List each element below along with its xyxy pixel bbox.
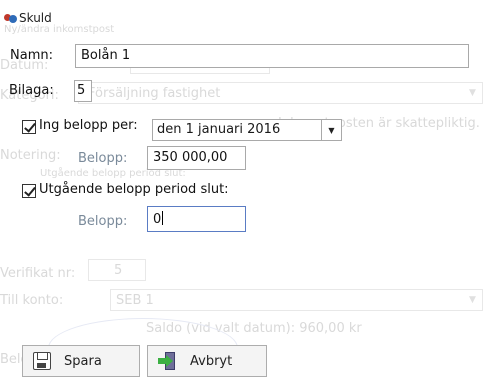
ing-belopp-checkbox[interactable] xyxy=(22,120,36,134)
ing-belopp-amount-label: Belopp: xyxy=(78,151,128,166)
ing-belopp-field[interactable]: 350 000,00 xyxy=(147,146,246,170)
bg-row6-value: 5 xyxy=(114,263,123,278)
bg-row7-field xyxy=(110,289,483,311)
namn-field[interactable]: Bolån 1 xyxy=(75,44,469,68)
bg-row4-label: Notering: xyxy=(0,148,61,163)
bg-row7-label: Till konto: xyxy=(0,293,64,308)
exit-door-icon xyxy=(158,352,176,370)
bg-row2-caret: ▼ xyxy=(469,88,476,98)
utg-belopp-amount-label: Belopp: xyxy=(78,214,128,229)
cancel-button[interactable]: Avbryt xyxy=(147,345,267,377)
title-bar: Skuld xyxy=(4,10,52,26)
utg-belopp-value: 0 xyxy=(153,212,162,227)
bg-row7-caret: ▼ xyxy=(469,295,476,305)
utg-belopp-field[interactable]: 0 xyxy=(147,206,246,232)
ing-belopp-label[interactable]: Ing belopp per: xyxy=(39,118,138,133)
chevron-down-icon[interactable]: ▼ xyxy=(321,120,341,140)
save-button-label: Spara xyxy=(64,353,102,369)
text-cursor xyxy=(162,211,164,225)
app-logo-icon xyxy=(4,13,17,24)
bilaga-field[interactable]: 5 xyxy=(74,80,92,102)
cancel-button-label: Avbryt xyxy=(190,353,233,369)
save-button[interactable]: Spara xyxy=(22,345,140,377)
bg-row2-value: Försäljning fastighet xyxy=(88,86,221,101)
namn-label: Namn: xyxy=(10,48,53,63)
utg-belopp-checkbox[interactable] xyxy=(22,184,36,198)
bg-row7-value: SEB 1 xyxy=(116,293,154,308)
bilaga-label: Bilaga: xyxy=(9,83,54,98)
floppy-disk-icon xyxy=(33,352,51,370)
bg-row6-label: Verifikat nr: xyxy=(0,266,76,281)
utg-belopp-label[interactable]: Utgående belopp period slut: xyxy=(39,182,229,197)
window-title: Skuld xyxy=(19,11,52,25)
ing-date-select[interactable]: den 1 januari 2016 ▼ xyxy=(152,119,342,141)
ing-date-value: den 1 januari 2016 xyxy=(157,122,281,137)
